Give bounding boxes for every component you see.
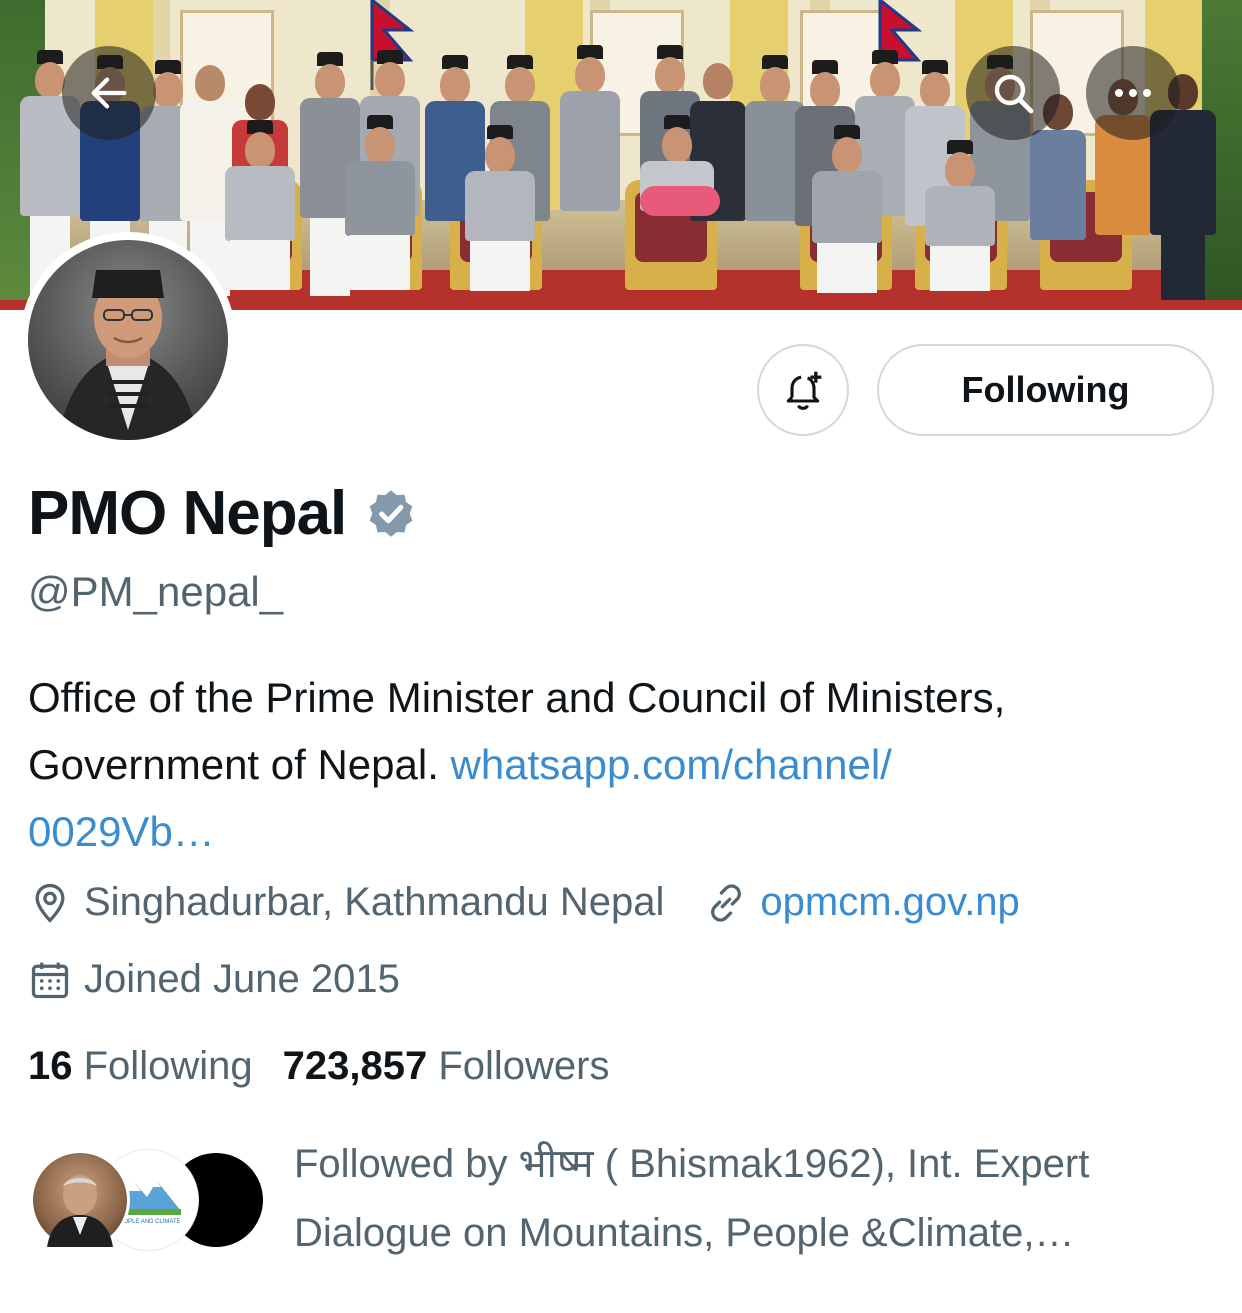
search-button[interactable] (966, 46, 1060, 140)
profile-stats: 16 Following 723,857 Followers (28, 1044, 609, 1089)
profile-joined-row: Joined June 2015 (28, 957, 400, 1002)
banner-person (560, 45, 620, 300)
profile-handle: @PM_nepal_ (28, 568, 284, 615)
banner-person-seated (925, 140, 995, 291)
profile-name-row: PMO Nepal (28, 478, 418, 549)
back-button[interactable] (62, 46, 156, 140)
bell-plus-icon (786, 371, 822, 410)
followers-count[interactable]: 723,857 (283, 1044, 428, 1088)
followed-by-line1[interactable]: Followed by भीष्म ( Bhismak1962), Int. E… (294, 1130, 1194, 1199)
link-icon (711, 883, 742, 922)
calendar-icon (31, 962, 69, 998)
banner-person-seated (225, 120, 295, 290)
bio-link-line2[interactable]: 0029Vb… (28, 808, 215, 855)
profile-avatar[interactable] (20, 232, 236, 448)
notifications-button[interactable] (757, 344, 849, 436)
arrow-left-icon (91, 77, 127, 109)
followers-stat[interactable]: 723,857 Followers (283, 1044, 610, 1089)
more-button[interactable] (1086, 46, 1180, 140)
banner-person-seated (345, 115, 415, 290)
profile-website[interactable]: opmcm.gov.np (760, 880, 1019, 925)
search-icon (994, 74, 1034, 114)
more-horizontal-icon (1115, 89, 1151, 97)
profile-location: Singhadurbar, Kathmandu Nepal (84, 880, 665, 924)
followed-by-text[interactable]: Followed by भीष्म ( Bhismak1962), Int. E… (294, 1130, 1194, 1268)
followers-label[interactable]: Followers (438, 1044, 609, 1088)
banner-person-seated (465, 125, 535, 291)
following-label[interactable]: Following (84, 1044, 253, 1088)
location-pin-icon (35, 883, 65, 923)
mutual-followers-avatars[interactable]: PEOPLE AND CLIMATE (30, 1150, 270, 1250)
verified-badge-icon[interactable] (364, 487, 418, 541)
avatar-image (28, 240, 228, 440)
profile-name: PMO Nepal (28, 479, 347, 548)
profile-bio: Office of the Prime Minister and Council… (28, 664, 1208, 865)
mutual-follower-avatar (30, 1150, 130, 1250)
profile-joined-date: Joined June 2015 (84, 957, 400, 1001)
bio-link-line1[interactable]: whatsapp.com/channel/ (451, 741, 892, 788)
following-button[interactable]: Following (877, 344, 1214, 436)
following-stat[interactable]: 16 Following (28, 1044, 253, 1089)
banner-person-seated (812, 125, 882, 293)
followed-by-line2[interactable]: Dialogue on Mountains, People &Climate,… (294, 1199, 1194, 1268)
following-count[interactable]: 16 (28, 1044, 73, 1088)
profile-meta-row: Singhadurbar, Kathmandu Nepal opmcm.gov.… (28, 880, 1020, 925)
flower-bouquet (640, 186, 720, 216)
